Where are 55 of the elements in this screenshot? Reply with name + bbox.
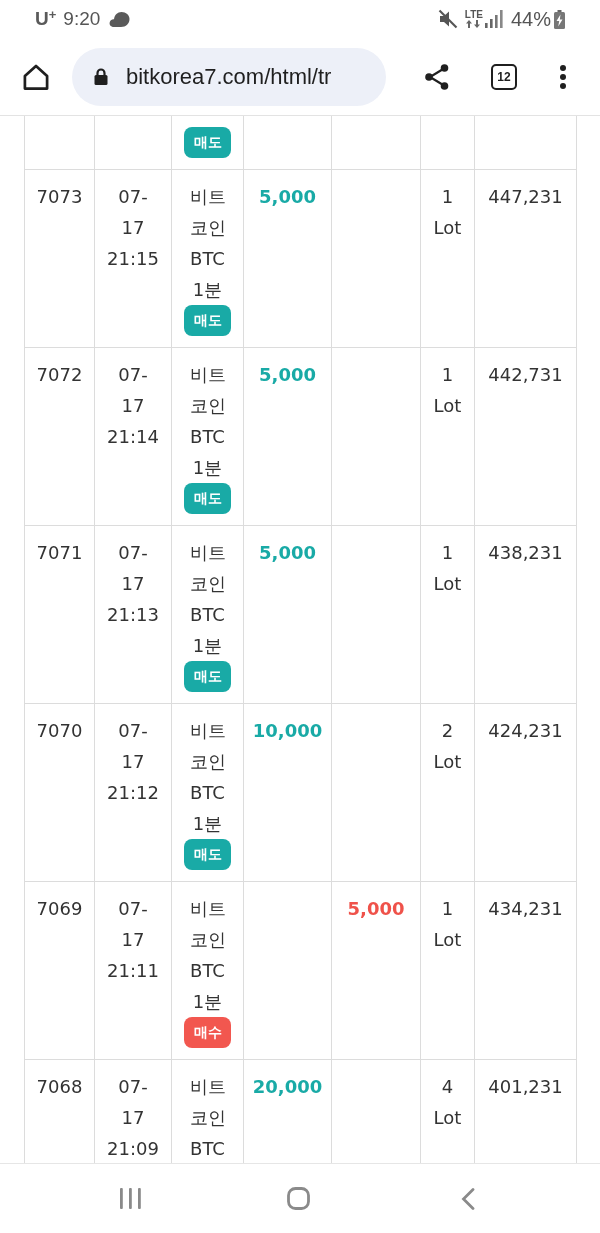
table-cell: 07- 17 21:13: [95, 526, 172, 704]
cloud-icon: [109, 10, 131, 28]
table-cell: 5,000: [244, 348, 332, 526]
table-cell: 1 Lot: [421, 882, 475, 1060]
more-icon[interactable]: [560, 64, 566, 89]
url-text: bitkorea7.com/html/tr: [126, 62, 332, 91]
trade-type-badge: 매도: [184, 305, 231, 336]
clock-text: 9:20: [63, 8, 101, 30]
table-cell: 7069: [24, 882, 95, 1060]
table-cell: 447,231: [475, 170, 577, 348]
data-arrows-icon: [464, 20, 481, 28]
table-cell: 5,000: [244, 170, 332, 348]
table-cell: 10,000: [244, 704, 332, 882]
trade-type-badge: 매도: [184, 483, 231, 514]
table-cell: 7073: [24, 170, 95, 348]
battery-text: 44%: [510, 8, 551, 30]
table-cell: 07- 17 21:14: [95, 348, 172, 526]
table-cell: 424,231: [475, 704, 577, 882]
table-cell: 5,000: [332, 882, 421, 1060]
table-cell: 1 Lot: [421, 348, 475, 526]
mute-icon: [437, 9, 458, 29]
address-bar[interactable]: bitkorea7.com/html/tr: [72, 47, 386, 106]
table-cell: 442,731: [475, 348, 577, 526]
table-cell: 5,000: [244, 526, 332, 704]
table-cell: 7071: [24, 526, 95, 704]
trade-type-badge: 매도: [184, 661, 231, 692]
share-icon[interactable]: [425, 63, 449, 90]
signal-icon: [484, 10, 503, 28]
table-cell: 07- 17 21:15: [95, 170, 172, 348]
table-cell: 438,231: [475, 526, 577, 704]
table-cell: 07- 17 21:11: [95, 882, 172, 1060]
trade-type-badge: 매도: [184, 839, 231, 870]
table-cell: 7070: [24, 704, 95, 882]
trade-type-badge: 매수: [184, 1017, 231, 1048]
instrument-text: 비트 코인 BTC: [189, 1075, 226, 1161]
table-cell: 7072: [24, 348, 95, 526]
carrier-text: U$^{+}$: [35, 8, 57, 30]
instrument-text: 비트 코인 BTC 1분: [189, 541, 226, 658]
lock-icon: [94, 68, 108, 85]
table-cell: 1 Lot: [421, 526, 475, 704]
home-icon[interactable]: [22, 62, 50, 91]
table-cell: 07- 17 21:12: [95, 704, 172, 882]
trade-type-badge: 매도: [184, 127, 231, 158]
battery-icon: [554, 9, 565, 29]
table-cell: 434,231: [475, 882, 577, 1060]
instrument-text: 비트 코인 BTC 1분: [189, 363, 226, 480]
tab-count-button[interactable]: 12: [491, 63, 517, 90]
network-type-text: LTE: [464, 10, 483, 20]
table-cell: 2 Lot: [421, 704, 475, 882]
instrument-text: 비트 코인 BTC 1분: [189, 897, 226, 1014]
recent-apps-icon[interactable]: [120, 1188, 141, 1209]
back-icon[interactable]: [461, 1187, 475, 1210]
instrument-text: 비트 코인 BTC 1분: [189, 719, 226, 836]
instrument-text: 비트 코인 BTC 1분: [189, 185, 226, 302]
table-cell: 1 Lot: [421, 170, 475, 348]
